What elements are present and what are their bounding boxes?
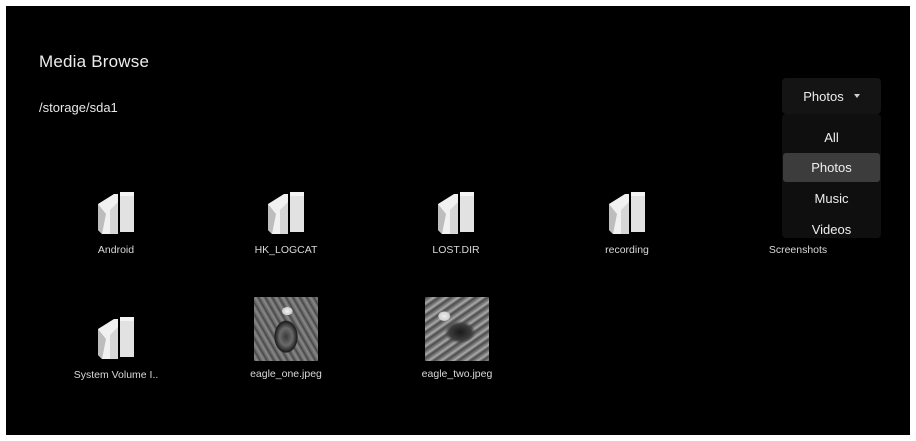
media-type-menu: All Photos Music Videos xyxy=(782,114,881,238)
item-label: System Volume I.. xyxy=(73,369,159,381)
folder-icon xyxy=(423,180,489,246)
folder-icon xyxy=(83,180,149,246)
window-frame: Media Browse /storage/sda1 Android HK_LO… xyxy=(0,0,916,441)
item-label: LOST.DIR xyxy=(432,244,480,256)
image-item-eagle-one[interactable]: eagle_one.jpeg xyxy=(211,296,361,386)
item-label: eagle_one.jpeg xyxy=(250,368,322,380)
item-label: eagle_two.jpeg xyxy=(421,368,493,380)
item-label: recording xyxy=(605,244,649,256)
media-grid: Android HK_LOGCAT LOST.DIR recording Scr… xyxy=(6,6,910,435)
menu-option-photos[interactable]: Photos xyxy=(783,153,880,182)
folder-icon xyxy=(83,305,149,371)
menu-option-videos[interactable]: Videos xyxy=(783,215,880,244)
folder-item-system-volume[interactable]: System Volume I.. xyxy=(41,305,191,395)
folder-item-android[interactable]: Android xyxy=(41,180,191,270)
media-type-dropdown[interactable]: Photos xyxy=(782,78,881,114)
item-label: Android xyxy=(97,244,135,256)
dropdown-selected-label: Photos xyxy=(803,88,844,104)
folder-item-lost-dir[interactable]: LOST.DIR xyxy=(381,180,531,270)
menu-option-all[interactable]: All xyxy=(783,123,880,152)
image-item-eagle-two[interactable]: eagle_two.jpeg xyxy=(382,296,532,386)
menu-option-music[interactable]: Music xyxy=(783,184,880,213)
item-label: HK_LOGCAT xyxy=(254,244,318,256)
item-label: Screenshots xyxy=(768,244,828,256)
folder-item-hk-logcat[interactable]: HK_LOGCAT xyxy=(211,180,361,270)
folder-item-recording[interactable]: recording xyxy=(552,180,702,270)
eagle-two-thumbnail xyxy=(424,296,490,362)
eagle-one-thumbnail xyxy=(253,296,319,362)
folder-icon xyxy=(253,180,319,246)
media-browse-screen: Media Browse /storage/sda1 Android HK_LO… xyxy=(6,6,910,435)
caret-down-icon xyxy=(853,94,860,98)
folder-icon xyxy=(594,180,660,246)
